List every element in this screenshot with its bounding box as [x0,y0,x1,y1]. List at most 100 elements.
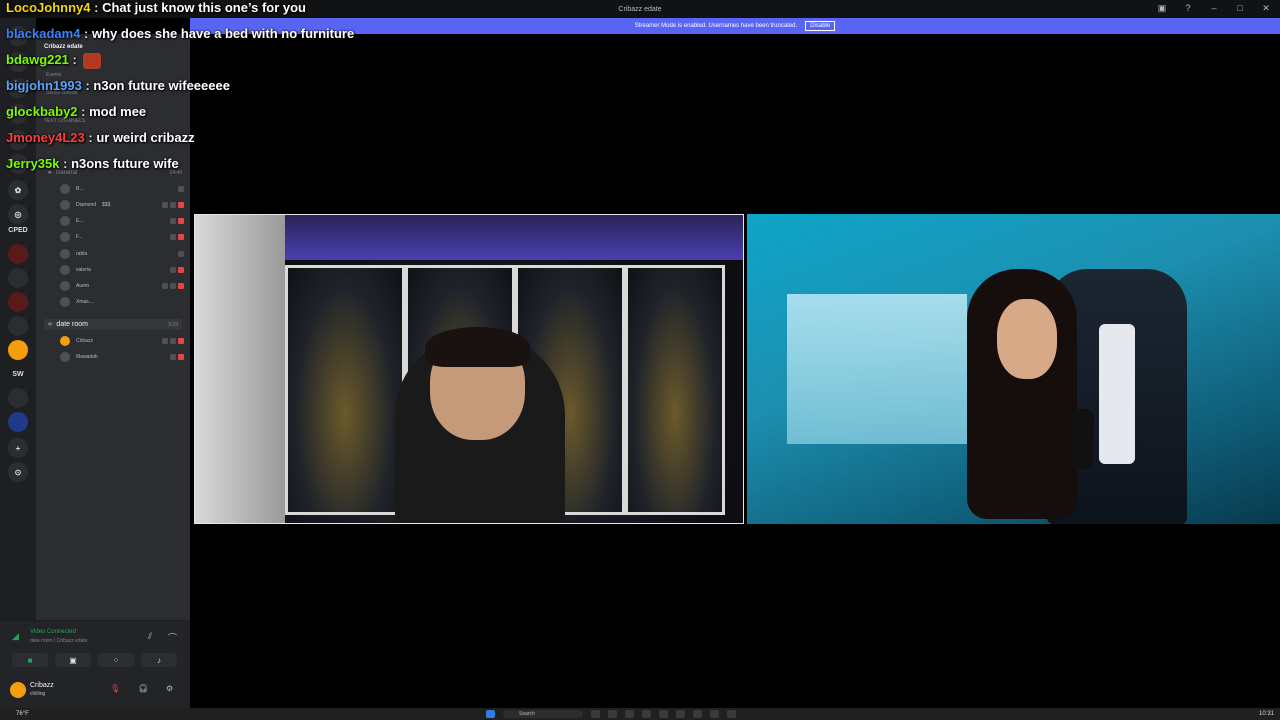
voice-member[interactable]: Diamond $$$ [60,199,184,211]
voice-connection-panel: ◢ Video Connected date room / Cribazz ed… [0,620,190,676]
server-icon[interactable] [8,292,28,312]
chat-message: Jmoney4L23 : ur weird cribazz [6,130,195,145]
voice-member[interactable]: valeria [60,264,184,276]
folder-icon[interactable] [642,710,651,718]
noise-suppression-icon[interactable]: ⫽ [148,631,152,642]
app-icon[interactable] [608,710,617,718]
app-icon[interactable] [676,710,685,718]
disconnect-icon[interactable]: ⌒ [168,631,177,644]
server-icon[interactable] [8,316,28,336]
user-status: chilling [30,691,46,697]
member-name: Mawadah [76,354,98,360]
voice-member[interactable]: Auem [60,280,184,292]
chat-username: glockbaby2 [6,104,78,119]
member-tag: $$$ [102,202,111,208]
app-icon[interactable] [710,710,719,718]
server-icon[interactable] [8,412,28,432]
app-root: Cribazz edate ▣ ? – □ ✕ Streamer Mode is… [0,0,1280,720]
settings-gear-icon[interactable]: ⚙ [166,684,173,693]
avatar [60,249,70,259]
voice-member[interactable]: B... [60,183,184,195]
soundboard-button[interactable]: ♪ [141,653,177,667]
camera-icon [170,218,176,224]
chat-message: glockbaby2 : mod mee [6,104,147,119]
chat-text: n3on future wifeeeeee [93,78,230,93]
voice-status[interactable]: Video Connected [30,629,76,635]
app-icon[interactable] [693,710,702,718]
inbox-icon[interactable]: ▣ [1156,3,1168,14]
explore-servers-icon[interactable]: ⊙ [8,462,28,482]
screen-icon [178,251,184,257]
voice-member[interactable]: rabia [60,248,184,260]
video-tile-right[interactable] [747,214,1280,524]
server-icon[interactable] [8,340,28,360]
voice-member[interactable]: F... [60,231,184,243]
minimize-button[interactable]: – [1208,3,1220,14]
flower-server-icon[interactable]: ✿ [8,180,28,200]
member-status-icons [170,234,184,240]
app-icon[interactable] [591,710,600,718]
video-frame-detail [285,265,405,515]
member-name: Diamond [76,202,97,208]
browser-icon[interactable] [659,710,668,718]
app-icon[interactable] [727,710,736,718]
screen-share-button[interactable]: ▣ [55,653,91,667]
username[interactable]: Cribazz [30,682,54,689]
taskbar-clock[interactable]: 10:31 [1259,711,1274,717]
mute-icon [162,338,168,344]
chat-username: LocoJohnny4 [6,0,91,15]
live-icon [178,234,184,240]
server-icon[interactable] [8,244,28,264]
server-icon[interactable] [8,388,28,408]
activities-button[interactable]: ⁘ [98,653,134,667]
voice-member[interactable]: E... [60,215,184,227]
server-label-sw[interactable]: SW [8,364,28,384]
chat-username: bdawg221 [6,52,69,67]
chat-text: why does she have a bed with no furnitur… [92,26,355,41]
voice-location[interactable]: date room / Cribazz edate [30,638,88,644]
disable-streamer-mode-button[interactable]: Disable [805,21,836,31]
server-icon[interactable] [8,268,28,288]
add-server-icon[interactable]: + [8,438,28,458]
camera-icon [170,283,176,289]
help-icon[interactable]: ? [1182,3,1194,14]
video-tile-left[interactable] [194,214,744,524]
headphones-icon[interactable]: 🎧︎ [138,684,148,693]
chat-username: blackadam4 [6,26,81,41]
start-icon[interactable] [486,710,495,718]
video-frame-detail [997,299,1057,379]
member-name: valeria [76,267,91,273]
live-icon [178,267,184,273]
member-name: Xmas.... [76,299,95,305]
app-icon[interactable] [625,710,634,718]
voice-member[interactable]: Xmas.... [60,296,184,308]
weather-widget[interactable]: 76°F [16,711,29,717]
video-frame-detail [1099,324,1135,464]
maximize-button[interactable]: □ [1234,3,1246,14]
member-status-icons [178,186,184,192]
chat-text: n3ons future wife [71,156,179,171]
member-name: E... [76,218,84,224]
voice-member[interactable]: Cribazz [60,335,184,347]
banner-text: Streamer Mode is enabled. Usernames have… [634,23,798,29]
live-icon [178,338,184,344]
window-controls: ▣ ? – □ ✕ [1156,3,1272,14]
server-label-cped[interactable]: CPED [8,220,28,240]
os-taskbar: 76°F Search 10:31 [0,708,1280,720]
camera-button[interactable]: ■ [12,653,48,667]
video-frame-detail [787,294,967,444]
avatar [60,184,70,194]
microphone-muted-icon[interactable]: 🎙︎ [110,684,120,693]
mute-icon [162,283,168,289]
voice-channel-name: date room [56,321,88,328]
avatar [60,232,70,242]
avatar [60,265,70,275]
chat-message: Jerry35k : n3ons future wife [6,156,179,171]
voice-channel-date-room[interactable]: 🔊︎ date room 3:29 [44,319,182,330]
taskbar-search[interactable]: Search [503,710,583,718]
voice-member[interactable]: Mawadah [60,351,184,363]
close-button[interactable]: ✕ [1260,3,1272,14]
avatar[interactable] [10,682,26,698]
member-name: F... [76,234,83,240]
chat-text: ur weird cribazz [96,130,195,145]
